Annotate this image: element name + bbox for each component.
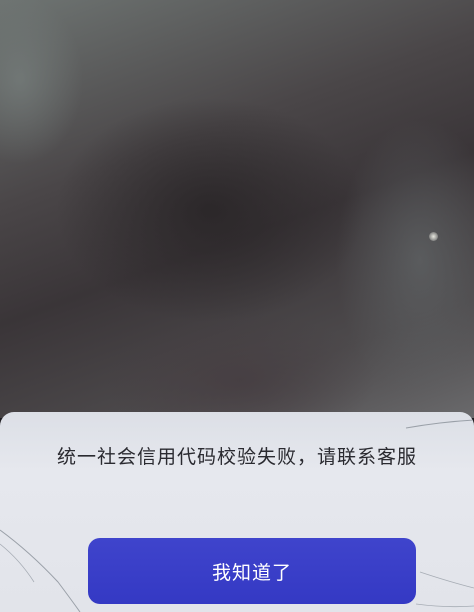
screen: 统一社会信用代码校验失败，请联系客服 我知道了 (0, 0, 474, 612)
error-message: 统一社会信用代码校验失败，请联系客服 (56, 446, 417, 468)
light-glare (429, 232, 438, 241)
alert-dialog: 统一社会信用代码校验失败，请联系客服 我知道了 (0, 412, 474, 612)
got-it-button[interactable]: 我知道了 (88, 538, 416, 604)
camera-preview (0, 0, 474, 418)
